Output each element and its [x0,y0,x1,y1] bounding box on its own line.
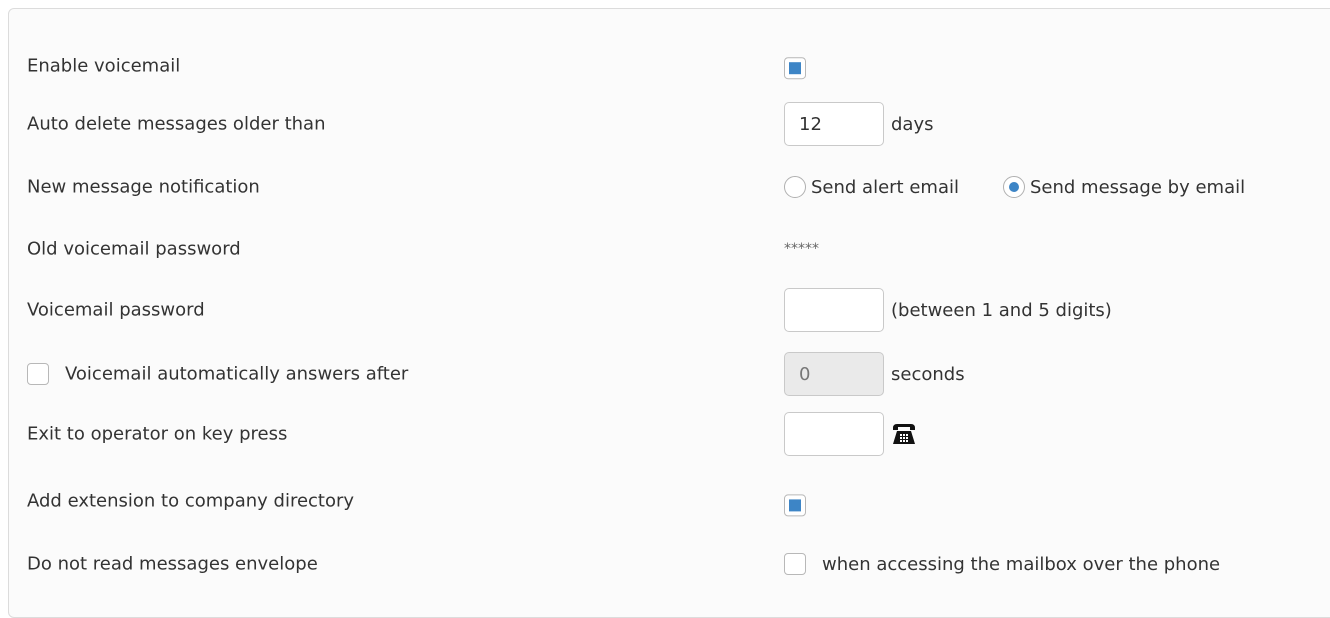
enable-voicemail-label: Enable voicemail [27,55,181,77]
auto-delete-label: Auto delete messages older than [27,113,326,135]
password-label: Voicemail password [27,299,205,321]
send-alert-email-label: Send alert email [811,176,959,198]
send-alert-email-radio[interactable] [784,176,806,198]
old-password-label: Old voicemail password [27,238,241,260]
no-envelope-option-label: when accessing the mailbox over the phon… [822,553,1221,575]
voicemail-password-input[interactable] [784,288,884,332]
notification-options: Send alert email Send message by email [784,176,1245,198]
exit-operator-label: Exit to operator on key press [27,423,288,445]
no-envelope-control: when accessing the mailbox over the phon… [784,553,1220,575]
send-message-by-email-radio[interactable] [1002,176,1025,198]
password-hint: (between 1 and 5 digits) [891,299,1112,321]
notification-label: New message notification [27,176,260,198]
no-envelope-label: Do not read messages envelope [27,553,318,575]
auto-delete-days-input[interactable] [784,102,884,146]
auto-answer-control: seconds [784,352,965,396]
exit-operator-row: Exit to operator on key press [0,412,1330,456]
auto-delete-control: days [784,102,934,146]
enable-voicemail-checkbox[interactable] [784,57,806,80]
notification-row: New message notification Send alert emai… [0,167,1330,207]
exit-operator-key-input[interactable] [784,412,884,456]
send-message-by-email-label: Send message by email [1029,176,1246,198]
auto-delete-row: Auto delete messages older than days [0,102,1330,146]
old-password-value: ***** [784,241,819,257]
company-directory-label: Add extension to company directory [27,490,355,512]
auto-answer-checkbox[interactable] [27,363,49,385]
company-directory-control [784,494,806,517]
auto-delete-unit: days [891,113,934,135]
auto-answer-seconds-input[interactable] [784,352,884,396]
radio-send-message-by-email[interactable]: Send message by email [1002,176,1246,198]
auto-answer-row: Voicemail automatically answers after se… [0,352,1330,396]
exit-operator-control [784,412,917,456]
no-envelope-checkbox[interactable] [784,553,806,575]
auto-answer-label: Voicemail automatically answers after [65,363,409,385]
old-password-control: ***** [784,241,819,257]
enable-voicemail-row: Enable voicemail [0,46,1330,86]
company-directory-row: Add extension to company directory [0,481,1330,521]
company-directory-checkbox[interactable] [784,494,806,517]
radio-send-alert-email[interactable]: Send alert email [784,176,959,198]
enable-voicemail-control [784,57,806,80]
auto-answer-unit: seconds [891,363,965,385]
no-envelope-row: Do not read messages envelope when acces… [0,544,1330,584]
password-row: Voicemail password (between 1 and 5 digi… [0,288,1330,332]
password-control: (between 1 and 5 digits) [784,288,1112,332]
telephone-icon [891,422,917,446]
old-password-row: Old voicemail password ***** [0,229,1330,269]
